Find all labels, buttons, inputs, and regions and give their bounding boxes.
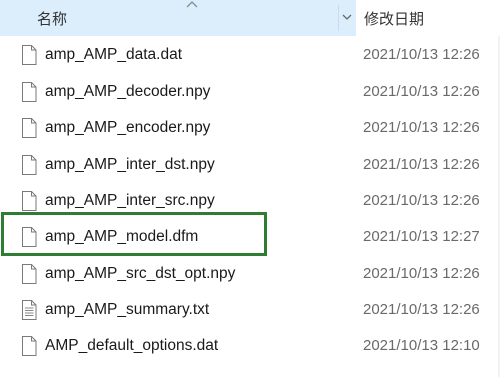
file-row[interactable]: amp_AMP_decoder.npy 2021/10/13 12:26 <box>0 75 500 111</box>
blank-file-icon <box>22 155 37 175</box>
file-name[interactable]: amp_AMP_inter_dst.npy <box>45 156 215 174</box>
file-modified-date: 2021/10/13 12:26 <box>363 83 480 100</box>
file-row[interactable]: amp_AMP_inter_dst.npy 2021/10/13 12:26 <box>0 148 500 184</box>
file-modified-date: 2021/10/13 12:26 <box>363 192 480 209</box>
file-row[interactable]: amp_AMP_model.dfm 2021/10/13 12:27 <box>0 220 500 256</box>
file-modified-date: 2021/10/13 12:26 <box>363 156 480 173</box>
blank-file-icon <box>22 227 37 247</box>
file-row[interactable]: amp_AMP_encoder.npy 2021/10/13 12:26 <box>0 111 500 147</box>
file-name[interactable]: amp_AMP_src_dst_opt.npy <box>45 265 235 283</box>
date-modified-column-header[interactable]: 修改日期 <box>364 8 424 29</box>
file-modified-date: 2021/10/13 12:27 <box>363 228 480 245</box>
file-row[interactable]: amp_AMP_summary.txt 2021/10/13 12:26 <box>0 293 500 329</box>
blank-file-icon <box>22 191 37 211</box>
file-modified-date: 2021/10/13 12:10 <box>363 337 480 354</box>
blank-file-icon <box>22 118 37 138</box>
file-name[interactable]: amp_AMP_inter_src.npy <box>45 192 215 210</box>
file-modified-date: 2021/10/13 12:26 <box>363 265 480 282</box>
file-row[interactable]: amp_AMP_inter_src.npy 2021/10/13 12:26 <box>0 184 500 220</box>
file-modified-date: 2021/10/13 12:26 <box>363 46 480 63</box>
file-name[interactable]: amp_AMP_model.dfm <box>45 228 198 246</box>
file-modified-date: 2021/10/13 12:26 <box>363 301 480 318</box>
column-separator[interactable] <box>338 5 339 31</box>
name-column-label: 名称 <box>37 11 68 28</box>
text-file-icon <box>22 300 37 320</box>
name-column-header[interactable]: 名称 <box>0 0 356 36</box>
blank-file-icon <box>22 336 37 356</box>
file-name[interactable]: amp_AMP_summary.txt <box>45 301 209 319</box>
blank-file-icon <box>22 45 37 65</box>
blank-file-icon <box>22 82 37 102</box>
blank-file-icon <box>22 264 37 284</box>
file-name[interactable]: amp_AMP_encoder.npy <box>45 119 210 137</box>
file-row[interactable]: amp_AMP_data.dat 2021/10/13 12:26 <box>0 38 500 74</box>
file-row[interactable]: AMP_default_options.dat 2021/10/13 12:10 <box>0 329 500 365</box>
chevron-down-icon[interactable] <box>340 10 354 24</box>
file-name[interactable]: AMP_default_options.dat <box>45 337 218 355</box>
file-modified-date: 2021/10/13 12:26 <box>363 119 480 136</box>
file-name[interactable]: amp_AMP_decoder.npy <box>45 83 210 101</box>
column-header-bar: 名称 修改日期 <box>0 0 500 36</box>
file-name[interactable]: amp_AMP_data.dat <box>45 46 182 64</box>
sort-ascending-icon <box>186 1 198 8</box>
file-row[interactable]: amp_AMP_src_dst_opt.npy 2021/10/13 12:26 <box>0 257 500 293</box>
